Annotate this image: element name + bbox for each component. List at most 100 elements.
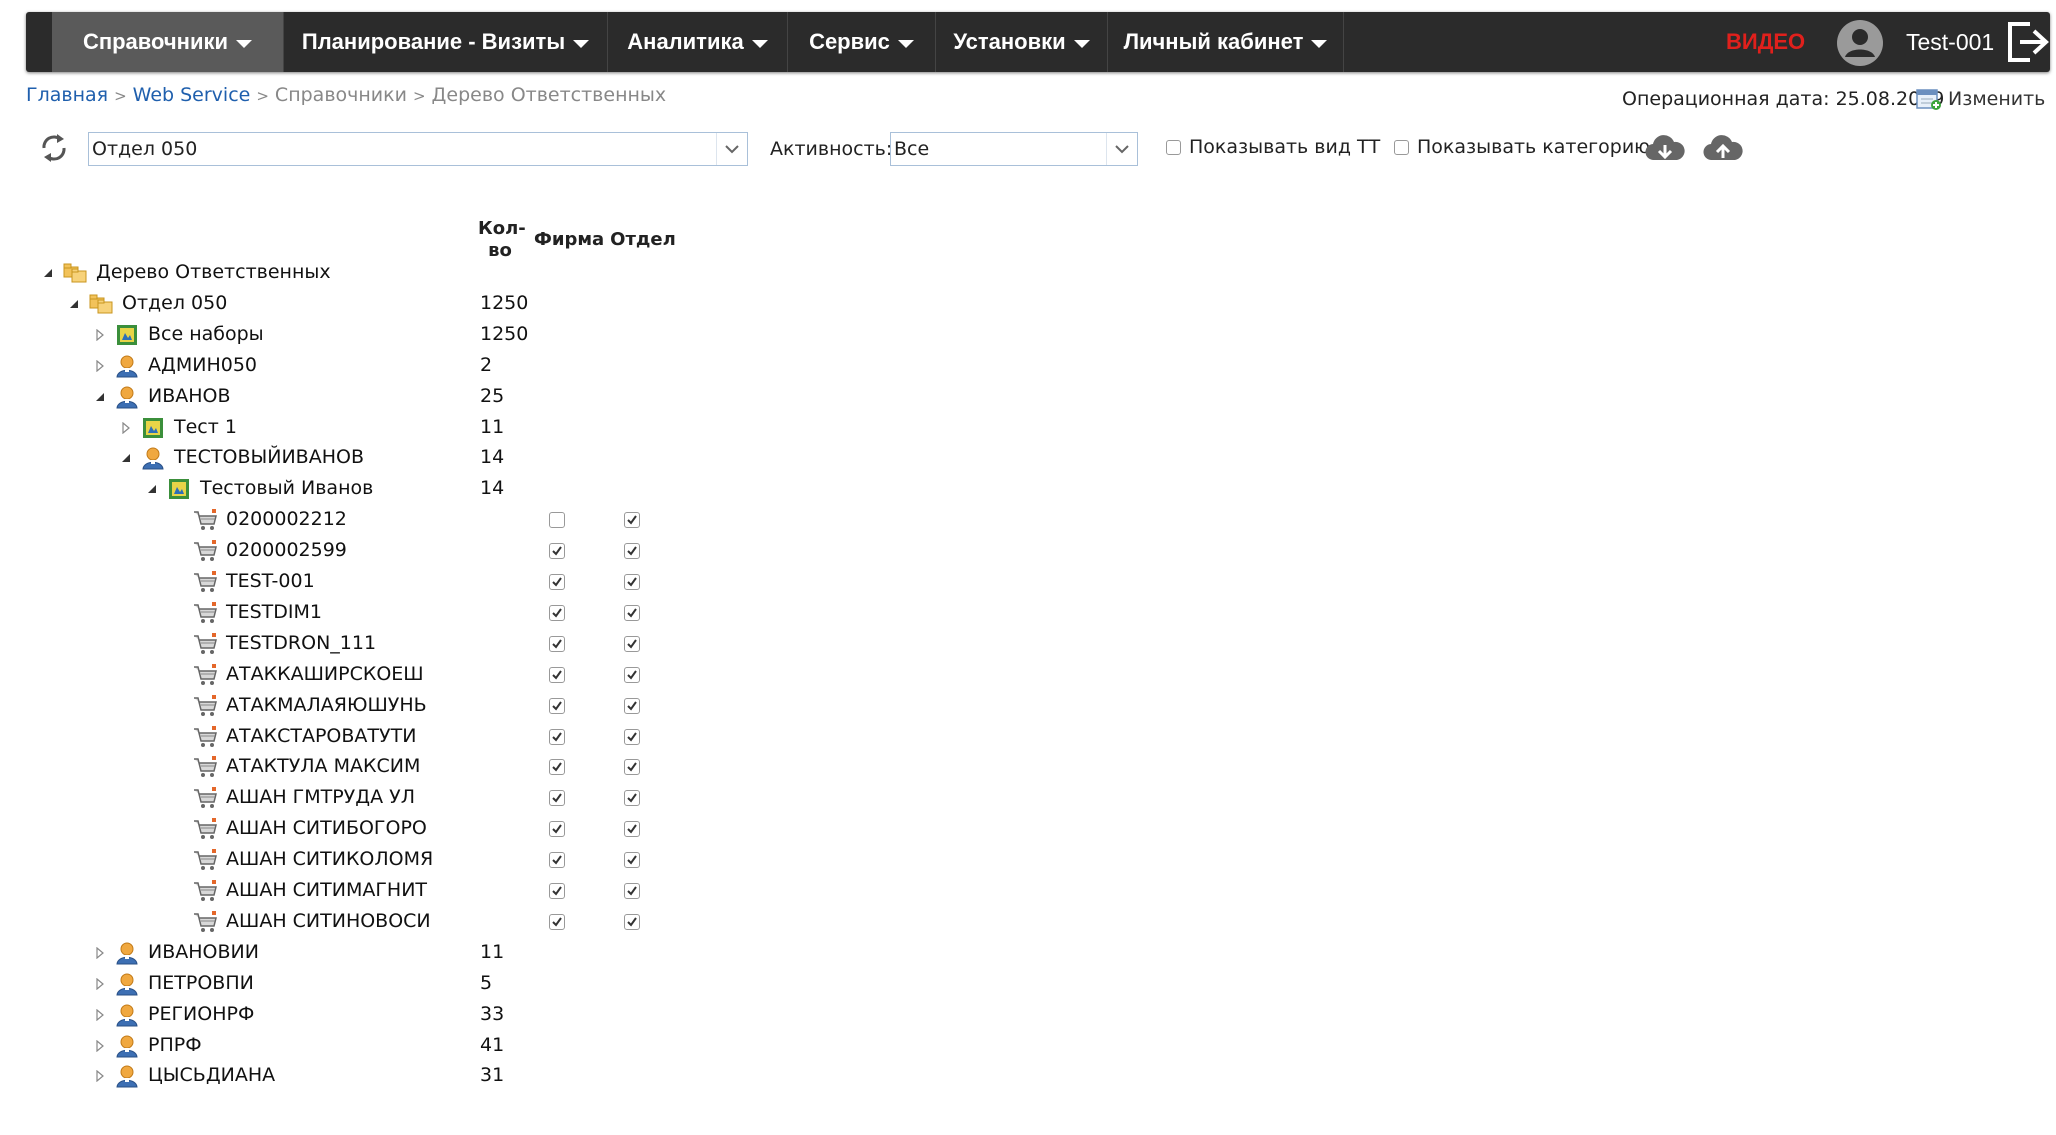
- tree-collapse-icon[interactable]: [68, 298, 80, 310]
- tree-node-row[interactable]: ТЕСТОВЫЙИВАНОВ 14: [0, 443, 760, 473]
- tree-leaf-row[interactable]: 0200002599: [0, 536, 760, 566]
- department-checkbox[interactable]: [624, 852, 640, 869]
- nav-menu-planning-visits[interactable]: Планирование - Визиты: [284, 12, 608, 72]
- tree-node-row[interactable]: Тест 1 11: [0, 413, 760, 443]
- firm-checkbox[interactable]: [549, 852, 565, 869]
- nav-menu-settings[interactable]: Установки: [936, 12, 1108, 72]
- change-date-link[interactable]: Изменить: [1948, 88, 2045, 110]
- tree-node-label[interactable]: Тест 1: [174, 416, 237, 438]
- firm-checkbox[interactable]: [549, 635, 565, 652]
- tree-node-label[interactable]: Тестовый Иванов: [200, 477, 373, 499]
- tree-node-label[interactable]: ЦЫСЬДИАНА: [148, 1064, 275, 1086]
- department-checkbox[interactable]: [624, 574, 640, 590]
- tree-node-label[interactable]: РЕГИОНРФ: [148, 1003, 254, 1025]
- tree-leaf-row[interactable]: TESTDRON_111: [0, 629, 760, 659]
- tree-node-row[interactable]: Дерево Ответственных: [0, 258, 760, 288]
- show-category-toggle[interactable]: Показывать категорию: [1394, 136, 1650, 158]
- tree-leaf-row[interactable]: 0200002212: [0, 505, 760, 535]
- tree-node-label[interactable]: АШАН СИТИКОЛОМЯ: [226, 848, 433, 870]
- show-category-checkbox[interactable]: [1394, 139, 1409, 155]
- tree-node-label[interactable]: 0200002212: [226, 508, 347, 530]
- tree-node-row[interactable]: Все наборы 1250: [0, 320, 760, 350]
- firm-checkbox[interactable]: [549, 604, 565, 621]
- tree-leaf-row[interactable]: АШАН ГМТРУДА УЛ: [0, 783, 760, 813]
- tree-leaf-row[interactable]: АШАН СИТИМАГНИТ: [0, 876, 760, 906]
- tree-expand-icon[interactable]: [120, 421, 132, 434]
- tree-node-row[interactable]: ИВАНОВ 25: [0, 382, 760, 412]
- tree-node-label[interactable]: ИВАНОВИИ: [148, 941, 259, 963]
- firm-checkbox[interactable]: [549, 697, 565, 714]
- tree-leaf-row[interactable]: АТАККАШИРСКОЕШ: [0, 660, 760, 690]
- tree-node-label[interactable]: АШАН ГМТРУДА УЛ: [226, 786, 415, 808]
- department-checkbox[interactable]: [624, 790, 640, 807]
- tree-node-row[interactable]: ЦЫСЬДИАНА 31: [0, 1061, 760, 1091]
- nav-menu-analytics[interactable]: Аналитика: [608, 12, 788, 72]
- tree-collapse-icon[interactable]: [146, 483, 158, 495]
- tree-node-label[interactable]: АДМИН050: [148, 354, 257, 376]
- breadcrumb-home[interactable]: Главная: [26, 84, 108, 106]
- refresh-icon[interactable]: [38, 130, 70, 166]
- department-checkbox[interactable]: [624, 697, 640, 714]
- tree-node-label[interactable]: ТЕСТОВЫЙИВАНОВ: [174, 446, 364, 468]
- tree-node-row[interactable]: АДМИН050 2: [0, 351, 760, 381]
- firm-checkbox[interactable]: [549, 728, 565, 745]
- tree-leaf-row[interactable]: АШАН СИТИКОЛОМЯ: [0, 845, 760, 875]
- username[interactable]: Test-001: [1906, 12, 1994, 72]
- tree-node-row[interactable]: РЕГИОНРФ 33: [0, 1000, 760, 1030]
- firm-checkbox[interactable]: [549, 913, 565, 930]
- firm-checkbox[interactable]: [549, 759, 565, 776]
- tree-expand-icon[interactable]: [94, 977, 106, 990]
- tree-expand-icon[interactable]: [94, 1008, 106, 1021]
- tree-node-label[interactable]: Отдел 050: [122, 292, 227, 314]
- tree-node-label[interactable]: АТАКТУЛА МАКСИМ: [226, 755, 420, 777]
- firm-checkbox[interactable]: [549, 574, 565, 590]
- dropdown-arrow[interactable]: [716, 133, 747, 165]
- tree-expand-icon[interactable]: [94, 328, 106, 341]
- firm-checkbox[interactable]: [549, 512, 565, 529]
- tree-leaf-row[interactable]: АТАКТУЛА МАКСИМ: [0, 752, 760, 782]
- tree-leaf-row[interactable]: TESTDIM1: [0, 598, 760, 628]
- tree-collapse-icon[interactable]: [120, 452, 132, 464]
- calendar-edit-icon[interactable]: [1916, 87, 1942, 111]
- firm-checkbox[interactable]: [549, 666, 565, 683]
- tree-node-label[interactable]: 0200002599: [226, 539, 347, 561]
- tree-expand-icon[interactable]: [94, 1039, 106, 1052]
- tree-node-label[interactable]: TEST-001: [226, 570, 315, 592]
- tree-node-label[interactable]: АШАН СИТИМАГНИТ: [226, 879, 427, 901]
- tree-node-label[interactable]: TESTDIM1: [226, 601, 322, 623]
- tree-expand-icon[interactable]: [94, 359, 106, 372]
- tree-expand-icon[interactable]: [94, 946, 106, 959]
- logout-icon[interactable]: [2004, 20, 2050, 64]
- nav-menu-service[interactable]: Сервис: [788, 12, 936, 72]
- tree-node-row[interactable]: Тестовый Иванов 14: [0, 474, 760, 504]
- tree-node-label[interactable]: АТАККАШИРСКОЕШ: [226, 663, 424, 685]
- department-checkbox[interactable]: [624, 604, 640, 621]
- firm-checkbox[interactable]: [549, 883, 565, 899]
- tree-node-label[interactable]: РПРФ: [148, 1034, 202, 1056]
- tree-node-row[interactable]: ПЕТРОВПИ 5: [0, 969, 760, 999]
- tree-node-row[interactable]: ИВАНОВИИ 11: [0, 938, 760, 968]
- activity-select[interactable]: Все: [890, 132, 1138, 166]
- video-link[interactable]: ВИДЕО: [1726, 12, 1805, 72]
- tree-leaf-row[interactable]: TEST-001: [0, 567, 760, 597]
- tree-node-label[interactable]: АШАН СИТИНОВОСИ: [226, 910, 431, 932]
- tree-collapse-icon[interactable]: [42, 267, 54, 279]
- department-checkbox[interactable]: [624, 635, 640, 652]
- firm-checkbox[interactable]: [549, 821, 565, 838]
- department-checkbox[interactable]: [624, 666, 640, 683]
- department-checkbox[interactable]: [624, 512, 640, 529]
- user-avatar-icon[interactable]: [1836, 19, 1884, 67]
- tree-leaf-row[interactable]: АШАН СИТИБОГОРО: [0, 814, 760, 844]
- tree-expand-icon[interactable]: [94, 1070, 106, 1083]
- department-checkbox[interactable]: [624, 543, 640, 560]
- department-checkbox[interactable]: [624, 759, 640, 776]
- tree-leaf-row[interactable]: АТАКСТАРОВАТУТИ: [0, 722, 760, 752]
- tree-node-label[interactable]: АШАН СИТИБОГОРО: [226, 817, 427, 839]
- cloud-download-icon[interactable]: [1644, 134, 1686, 166]
- firm-checkbox[interactable]: [549, 790, 565, 807]
- tree-node-label[interactable]: АТАКМАЛАЯЮШУНЬ: [226, 694, 427, 716]
- cloud-upload-icon[interactable]: [1702, 134, 1744, 166]
- nav-menu-references[interactable]: Справочники: [52, 12, 284, 72]
- department-checkbox[interactable]: [624, 821, 640, 838]
- tree-node-label[interactable]: TESTDRON_111: [226, 632, 376, 654]
